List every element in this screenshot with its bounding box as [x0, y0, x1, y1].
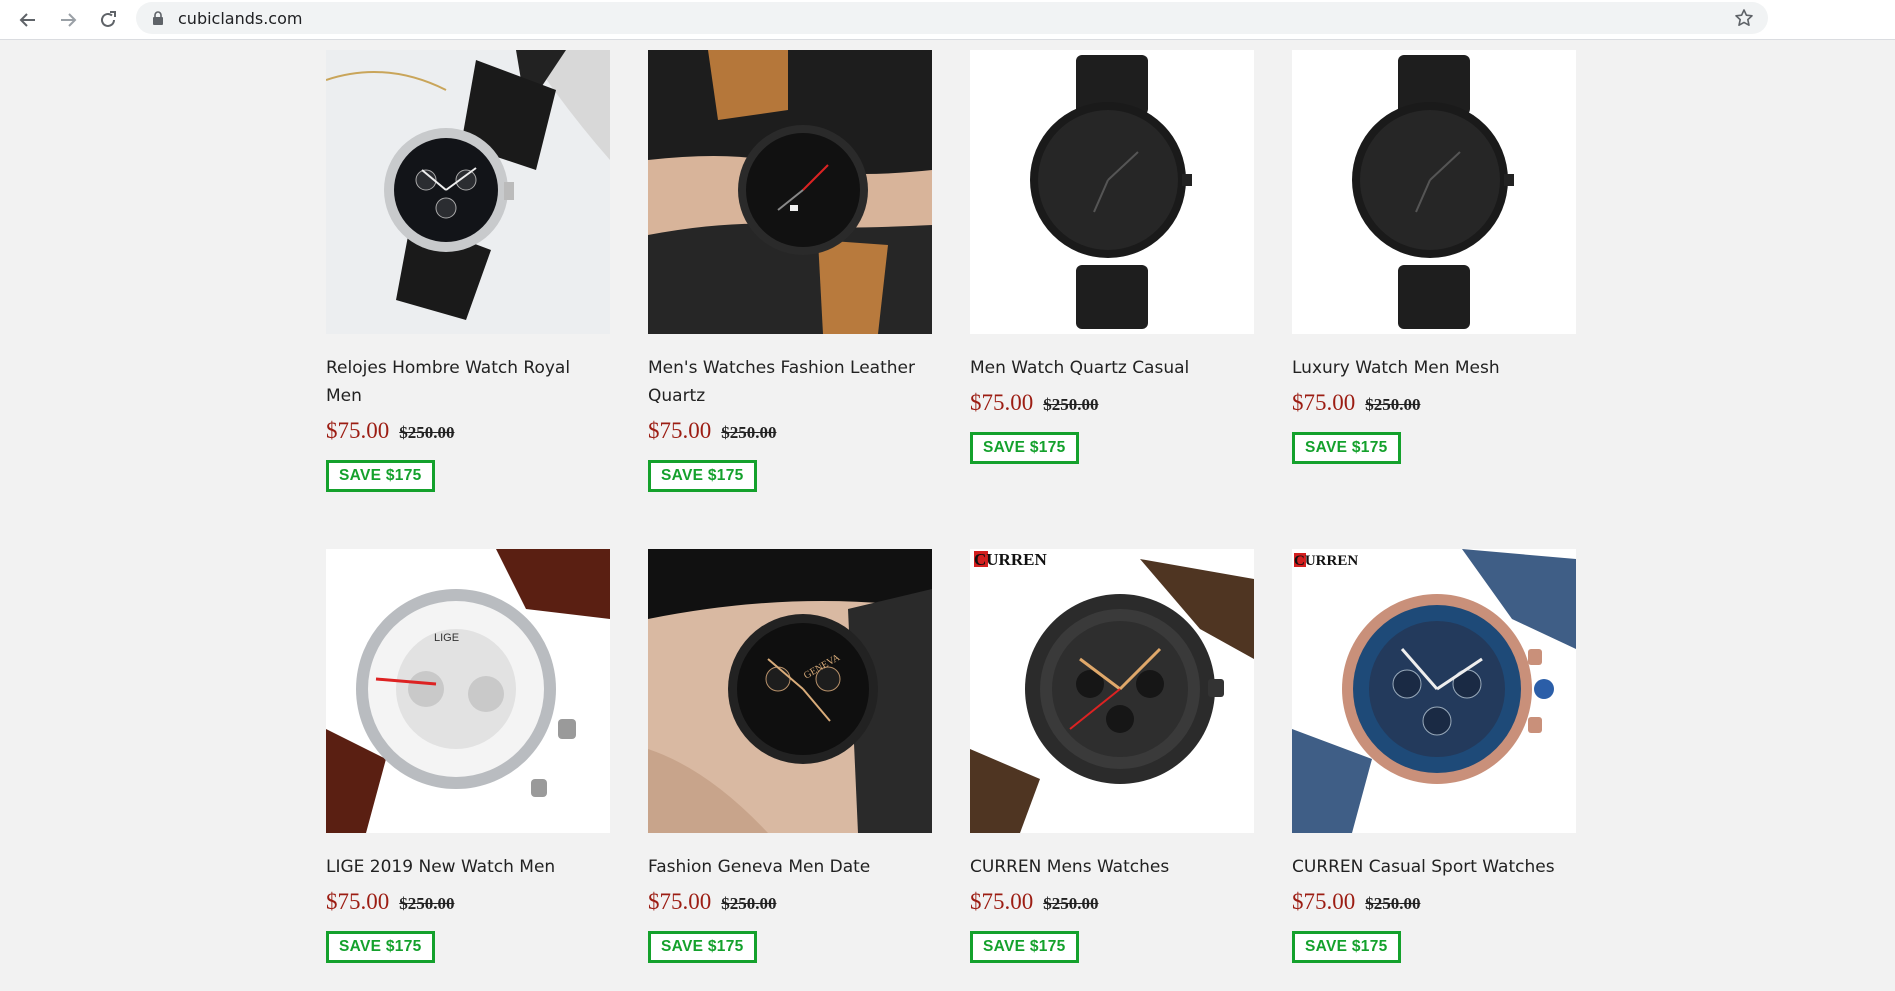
product-card: Relojes Hombre Watch Royal Men $75.00 $2… — [326, 50, 610, 492]
product-image[interactable]: LIGE — [326, 549, 610, 833]
sale-price: $75.00 — [1292, 889, 1356, 914]
compare-price: $250.00 — [1365, 395, 1421, 414]
product-title[interactable]: Men Watch Quartz Casual — [970, 354, 1254, 382]
browser-toolbar: cubiclands.com — [0, 0, 1895, 40]
product-title[interactable]: CURREN Mens Watches — [970, 853, 1254, 881]
compare-price: $250.00 — [1043, 395, 1099, 414]
product-image[interactable] — [648, 50, 932, 334]
address-bar[interactable]: cubiclands.com — [136, 2, 1768, 34]
product-card: Men's Watches Fashion Leather Quartz $75… — [648, 50, 932, 492]
product-image[interactable] — [1292, 50, 1576, 334]
save-badge: SAVE $175 — [1292, 931, 1401, 963]
save-badge: SAVE $175 — [970, 432, 1079, 464]
arrow-right-icon — [61, 13, 77, 27]
compare-price: $250.00 — [1043, 894, 1099, 913]
compare-price: $250.00 — [721, 423, 777, 442]
product-card: Men Watch Quartz Casual $75.00 $250.00 S… — [970, 50, 1254, 464]
forward-button[interactable] — [54, 6, 82, 34]
arrow-left-icon — [19, 13, 35, 27]
product-title[interactable]: Relojes Hombre Watch Royal Men — [326, 354, 610, 410]
sale-price: $75.00 — [1292, 390, 1356, 415]
sale-price: $75.00 — [326, 418, 390, 443]
sale-price: $75.00 — [970, 390, 1034, 415]
save-badge: SAVE $175 — [326, 931, 435, 963]
save-badge: SAVE $175 — [970, 931, 1079, 963]
product-card: CURREN CURREN Mens Watches $75.00 $250.0… — [970, 549, 1254, 963]
product-title[interactable]: Fashion Geneva Men Date — [648, 853, 932, 881]
sale-price: $75.00 — [648, 418, 712, 443]
curren-logo: CURREN — [974, 550, 1047, 569]
dial-brand-text: LIGE — [434, 632, 459, 644]
compare-price: $250.00 — [399, 423, 455, 442]
compare-price: $250.00 — [1365, 894, 1421, 913]
compare-price: $250.00 — [399, 894, 455, 913]
reload-icon — [101, 11, 116, 27]
product-grid: Relojes Hombre Watch Royal Men $75.00 $2… — [0, 41, 1895, 991]
product-card: Luxury Watch Men Mesh $75.00 $250.00 SAV… — [1292, 50, 1576, 464]
url-text: cubiclands.com — [178, 9, 303, 28]
product-image[interactable]: CURREN — [970, 549, 1254, 833]
save-badge: SAVE $175 — [1292, 432, 1401, 464]
product-image[interactable] — [970, 50, 1254, 334]
product-image[interactable]: GENEVA — [648, 549, 932, 833]
star-icon[interactable] — [1734, 8, 1754, 28]
back-button[interactable] — [14, 6, 42, 34]
sale-price: $75.00 — [326, 889, 390, 914]
product-title[interactable]: LIGE 2019 New Watch Men — [326, 853, 610, 881]
sale-price: $75.00 — [970, 889, 1034, 914]
product-title[interactable]: Men's Watches Fashion Leather Quartz — [648, 354, 932, 410]
reload-button[interactable] — [94, 6, 122, 34]
sale-price: $75.00 — [648, 889, 712, 914]
product-card: CURREN CURREN Casual Sport Watches $75.0… — [1292, 549, 1576, 963]
product-image[interactable]: CURREN — [1292, 549, 1576, 833]
product-title[interactable]: CURREN Casual Sport Watches — [1292, 853, 1576, 881]
curren-logo: CURREN — [1294, 553, 1358, 569]
lock-icon — [153, 11, 163, 25]
save-badge: SAVE $175 — [648, 460, 757, 492]
product-title[interactable]: Luxury Watch Men Mesh — [1292, 354, 1576, 382]
save-badge: SAVE $175 — [648, 931, 757, 963]
product-card: GENEVA Fashion Geneva Men Date $75.00 $2… — [648, 549, 932, 963]
compare-price: $250.00 — [721, 894, 777, 913]
product-card: LIGE LIGE 2019 New Watch Men $75.00 $250… — [326, 549, 610, 963]
product-image[interactable] — [326, 50, 610, 334]
save-badge: SAVE $175 — [326, 460, 435, 492]
